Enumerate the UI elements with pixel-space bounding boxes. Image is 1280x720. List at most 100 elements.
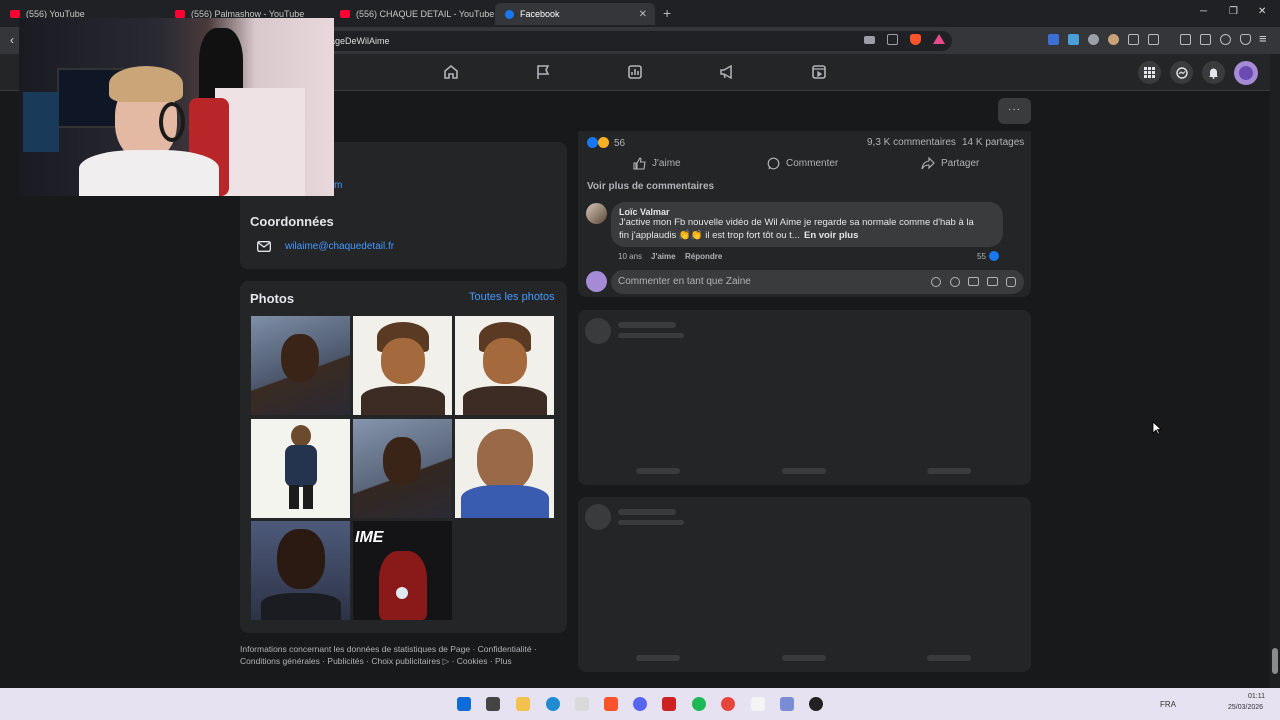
photo-thumbnail[interactable] [251, 316, 350, 415]
brave-icon[interactable] [604, 697, 618, 711]
app-icon[interactable] [662, 697, 676, 711]
reactions-count[interactable]: 56 [614, 138, 625, 149]
all-photos-link[interactable]: Toutes les photos [469, 291, 555, 303]
skeleton-avatar [585, 318, 611, 344]
youtube-icon [10, 10, 20, 18]
photo-thumbnail[interactable] [455, 419, 554, 518]
comment-author[interactable]: Loïc Valmar [619, 207, 670, 217]
brave-rewards-icon[interactable] [933, 34, 945, 44]
more-options-button[interactable]: ··· [998, 98, 1031, 124]
edge-icon[interactable] [546, 697, 560, 711]
photo-thumbnail[interactable] [251, 521, 350, 620]
notifications-button[interactable] [1202, 61, 1225, 84]
camera-icon[interactable] [968, 277, 979, 286]
cast-icon[interactable] [864, 36, 875, 44]
skeleton-line [782, 468, 826, 474]
comment-time[interactable]: 10 ans [618, 252, 642, 261]
task-view-icon[interactable] [486, 697, 500, 711]
comment-input-placeholder: Commenter en tant que Zaine [618, 276, 751, 287]
spotify-icon[interactable] [692, 697, 706, 711]
home-icon[interactable] [443, 64, 459, 80]
photo-thumbnail[interactable] [455, 316, 554, 415]
extension-icon[interactable] [1088, 34, 1099, 45]
new-tab-button[interactable]: + [663, 5, 671, 21]
bell-icon [1209, 68, 1218, 79]
chrome-icon[interactable] [721, 697, 735, 711]
comment-like-button[interactable]: J'aime [651, 252, 676, 261]
chart-icon[interactable] [627, 64, 643, 80]
menu-icon[interactable]: ≡ [1259, 31, 1267, 46]
close-tab-icon[interactable]: ✕ [639, 9, 647, 20]
apps-menu-button[interactable] [1138, 61, 1161, 84]
scrollbar-thumb[interactable] [1272, 648, 1278, 674]
avatar-sticker-icon[interactable] [931, 277, 941, 287]
language-indicator[interactable]: FRA [1160, 700, 1176, 709]
tab-facebook[interactable]: Facebook ✕ [495, 3, 655, 25]
extension-icon[interactable] [1048, 34, 1059, 45]
translate-icon[interactable] [1068, 34, 1079, 45]
gif-icon[interactable] [987, 277, 998, 286]
footer-line[interactable]: Conditions générales · Publicités · Choi… [240, 655, 537, 667]
page-footer: Informations concernant les données de s… [240, 643, 537, 667]
comments-count[interactable]: 9,3 K commentaires [867, 137, 956, 148]
leo-icon[interactable] [1220, 34, 1231, 45]
extension-icon[interactable] [1148, 34, 1159, 45]
sidebar-icon[interactable] [1180, 34, 1191, 45]
app-icon[interactable] [575, 697, 589, 711]
photo-thumbnail[interactable] [353, 316, 452, 415]
photo-thumbnail[interactable] [353, 419, 452, 518]
back-icon[interactable]: ‹ [10, 33, 14, 47]
discord-icon[interactable] [633, 697, 647, 711]
wallet-icon[interactable] [1200, 34, 1211, 45]
facebook-icon [505, 9, 514, 19]
obs-icon[interactable] [809, 697, 823, 711]
share-button[interactable]: Partager [921, 157, 979, 170]
brave-shield-icon[interactable] [910, 34, 921, 45]
email-link[interactable]: wilaime@chaquedetail.fr [285, 241, 394, 252]
photo-thumbnail[interactable]: IME [353, 521, 452, 620]
url-field[interactable]: ageDeWilAime [300, 31, 952, 51]
comment-icon [767, 157, 780, 170]
restore-button[interactable]: ❐ [1229, 6, 1238, 17]
tab-chaque-detail[interactable]: (556) CHAQUE DETAIL - YouTube [330, 3, 495, 25]
app-icon[interactable] [780, 697, 794, 711]
minimize-button[interactable]: ─ [1200, 6, 1207, 17]
website-link[interactable]: m [334, 180, 342, 191]
commenter-avatar[interactable] [586, 203, 607, 224]
sticker-icon[interactable] [1006, 277, 1016, 287]
comment-label: Commenter [786, 158, 839, 169]
more-comments-link[interactable]: Voir plus de commentaires [587, 181, 714, 192]
page-scrollbar[interactable] [1270, 54, 1280, 688]
windows-start-icon[interactable] [457, 697, 471, 711]
see-more-link[interactable]: En voir plus [804, 230, 858, 241]
haha-reaction-icon [598, 137, 609, 148]
file-explorer-icon[interactable] [516, 697, 530, 711]
clock-time[interactable]: 01:11 [1248, 693, 1265, 700]
close-window-button[interactable]: ✕ [1258, 6, 1266, 17]
flag-icon[interactable] [535, 64, 551, 80]
comment-button[interactable]: Commenter [767, 157, 838, 170]
profile-avatar[interactable] [1234, 61, 1258, 85]
comment-reply-button[interactable]: Répondre [685, 252, 722, 261]
puzzle-icon[interactable] [1128, 34, 1139, 45]
footer-line[interactable]: Informations concernant les données de s… [240, 643, 537, 655]
hair-shape [109, 66, 183, 102]
emoji-icon[interactable] [950, 277, 960, 287]
grid-icon [1144, 67, 1155, 78]
vpn-icon[interactable] [1240, 34, 1251, 45]
messenger-button[interactable] [1170, 61, 1193, 84]
comment-input[interactable]: Commenter en tant que Zaine [611, 270, 1024, 294]
notepad-icon[interactable] [751, 697, 765, 711]
megaphone-icon[interactable] [719, 64, 735, 80]
photo-thumbnail[interactable] [251, 419, 350, 518]
body-shape [463, 386, 547, 415]
coat-shape [285, 445, 317, 487]
extension-icon[interactable] [1108, 34, 1119, 45]
like-button[interactable]: J'aime [633, 157, 681, 170]
video-icon[interactable] [811, 64, 827, 80]
share-label: Partager [941, 158, 980, 169]
shares-count[interactable]: 14 K partages [962, 137, 1024, 148]
clock-date[interactable]: 25/03/2026 [1228, 704, 1263, 711]
share-icon[interactable] [887, 34, 898, 45]
contact-heading: Coordonnées [250, 214, 334, 229]
